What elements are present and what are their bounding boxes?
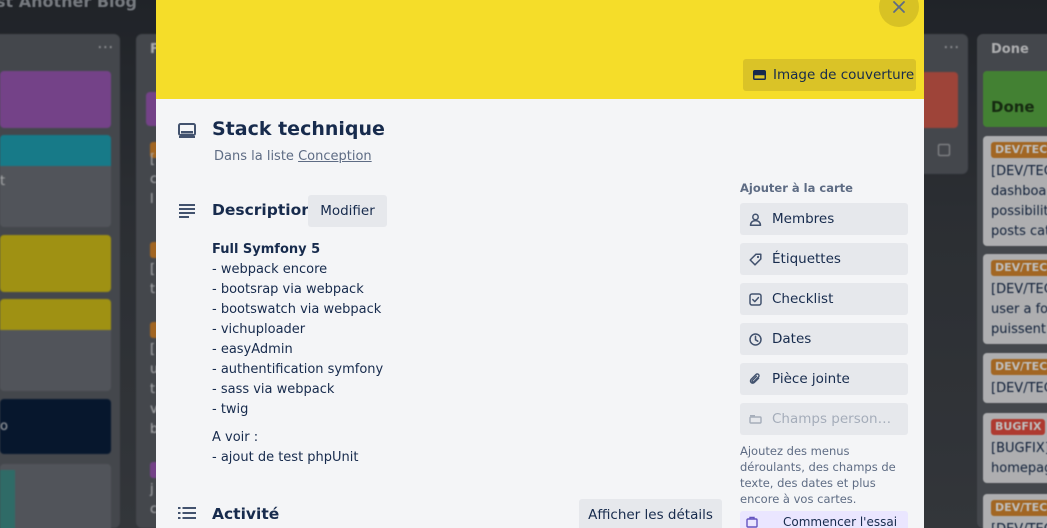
card-list-info: Dans la liste Conception (214, 149, 372, 164)
cover-icon (753, 70, 766, 80)
in-list-prefix: Dans la liste (214, 149, 294, 164)
list-link[interactable]: Conception (298, 149, 372, 164)
dates-button[interactable]: Dates (740, 323, 908, 355)
card-detail-modal: Image de couverture Stack technique Dans… (156, 0, 924, 528)
custom-fields-note: Ajoutez des menus déroulants, des champs… (740, 444, 896, 506)
cover-image-label: Image de couverture (773, 67, 915, 83)
custom-fields-icon (749, 414, 762, 424)
custom-fields-label: Champs personnalisés (772, 411, 897, 427)
show-details-button[interactable]: Afficher les détails (579, 499, 722, 528)
description-line: - twig (212, 402, 249, 417)
description-icon (179, 204, 195, 218)
card-title[interactable]: Stack technique (212, 118, 385, 140)
description-todo-title: A voir : (212, 430, 259, 445)
checklist-icon (749, 292, 762, 306)
description-line: - easyAdmin (212, 342, 293, 357)
start-trial-label: Commencer l'essai (783, 515, 898, 528)
user-icon (749, 213, 762, 226)
description-line: - bootswatch via webpack (212, 302, 382, 317)
description-line: - vichuploader (212, 322, 306, 337)
labels-button[interactable]: Étiquettes (740, 243, 908, 275)
description-line: - sass via webpack (212, 382, 335, 397)
members-label: Membres (772, 211, 835, 227)
description-body[interactable]: Full Symfony 5 - webpack encore - bootsr… (212, 240, 383, 468)
custom-fields-button[interactable]: Champs personnalisés (740, 403, 908, 435)
edit-description-button[interactable]: Modifier (308, 195, 387, 227)
activity-icon (178, 507, 196, 519)
description-line: - bootsrap via webpack (212, 282, 364, 297)
cover-image-button[interactable]: Image de couverture (743, 59, 916, 91)
dates-label: Dates (772, 331, 812, 347)
description-heading: Description (212, 201, 313, 219)
close-icon (893, 1, 905, 13)
start-trial-button[interactable]: Commencer l'essai (740, 511, 908, 528)
attachment-button[interactable]: Pièce jointe (740, 363, 908, 395)
checklist-button[interactable]: Checklist (740, 283, 908, 315)
members-button[interactable]: Membres (740, 203, 908, 235)
clock-icon (749, 332, 762, 346)
description-title-line: Full Symfony 5 (212, 242, 321, 257)
add-to-card-heading: Ajouter à la carte (740, 181, 853, 195)
activity-heading: Activité (212, 505, 280, 523)
labels-label: Étiquettes (772, 251, 841, 267)
card-icon (178, 123, 196, 138)
description-todo-line: - ajout de test phpUnit (212, 450, 359, 465)
attachment-label: Pièce jointe (772, 371, 850, 387)
checklist-label: Checklist (772, 291, 834, 307)
paperclip-icon (749, 372, 760, 384)
tag-icon (749, 252, 762, 266)
description-line: - webpack encore (212, 262, 328, 277)
description-line: - authentification symfony (212, 362, 384, 377)
briefcase-icon (746, 516, 758, 528)
